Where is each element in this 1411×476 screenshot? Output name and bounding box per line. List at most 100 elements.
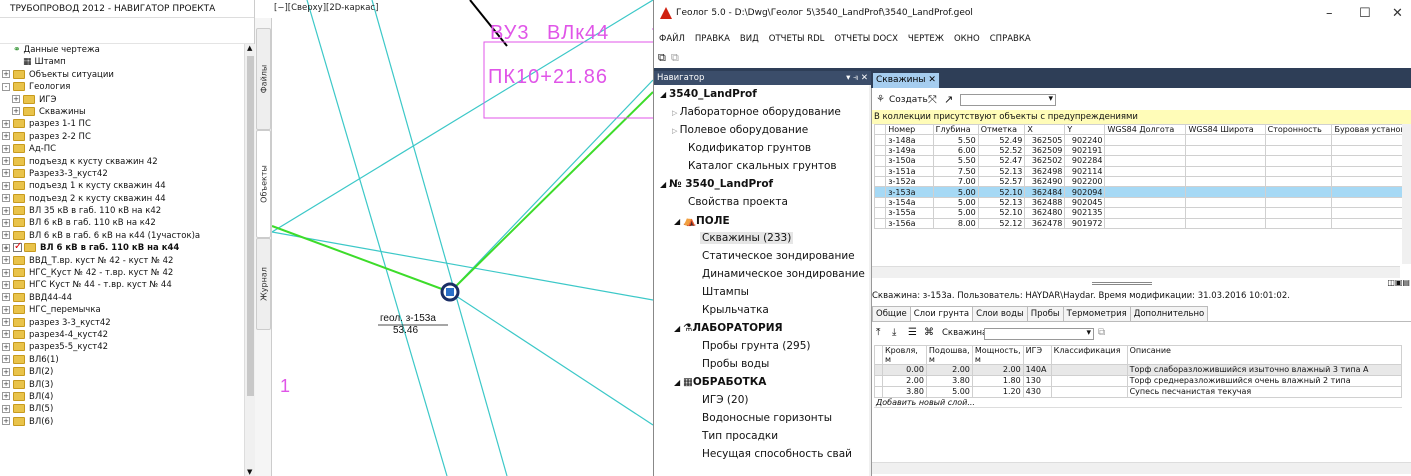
- column-header[interactable]: Отметка: [977, 124, 1026, 136]
- table-cell[interactable]: з-153а: [885, 186, 934, 198]
- table-cell[interactable]: [1104, 207, 1187, 219]
- table-cell[interactable]: 1.20: [971, 386, 1024, 398]
- tree-item[interactable]: + подъезд к кусту скважин 42: [0, 156, 244, 168]
- tree-item[interactable]: + ВЛ 6 кВ в габ. 110 кВ на к42: [0, 217, 244, 229]
- filter-dropdown[interactable]: [960, 94, 1056, 106]
- table-row[interactable]: 0.00 2.00 2.00 140А Торф слаборазложившийся …: [874, 364, 1402, 376]
- table-cell[interactable]: [1264, 144, 1333, 157]
- table-cell[interactable]: 2.00: [971, 364, 1024, 376]
- column-header[interactable]: Кровля, м: [881, 345, 927, 365]
- table-cell[interactable]: з-154а: [885, 196, 934, 209]
- table-row[interactable]: з-149а 6.00 52.52 362509 902191: [874, 144, 1402, 157]
- expand-icon[interactable]: +: [2, 305, 10, 314]
- table-cell[interactable]: [1331, 144, 1402, 157]
- close-icon[interactable]: ✕: [1392, 6, 1403, 21]
- expand-icon[interactable]: +: [2, 144, 10, 153]
- table-cell[interactable]: [1185, 186, 1266, 198]
- table-cell[interactable]: 140А: [1022, 364, 1052, 376]
- column-header[interactable]: Номер: [885, 124, 934, 136]
- expand-icon[interactable]: +: [2, 318, 10, 327]
- table-cell[interactable]: 3.80: [881, 386, 927, 398]
- expand-icon[interactable]: +: [2, 280, 10, 289]
- new-doc-icon[interactable]: ⧉: [658, 51, 666, 65]
- nav-dynamic[interactable]: Динамическое зондирование: [702, 268, 865, 280]
- table-cell[interactable]: [1264, 165, 1333, 177]
- table-cell[interactable]: [1185, 144, 1266, 157]
- table-cell[interactable]: 52.13: [977, 165, 1026, 177]
- table-cell[interactable]: 52.57: [977, 175, 1026, 188]
- copy-icon[interactable]: ⧉: [671, 51, 679, 65]
- table-cell[interactable]: [1331, 155, 1402, 167]
- maximize-icon[interactable]: ☐: [1359, 6, 1371, 21]
- nav-lab-equipment[interactable]: ▷ Лабораторное оборудование: [672, 106, 841, 118]
- table-cell[interactable]: 902200: [1064, 175, 1106, 188]
- table-cell[interactable]: [1185, 134, 1266, 146]
- tree-item[interactable]: + ВВД_Т.вр. куст № 42 - куст № 42: [0, 255, 244, 267]
- table-cell[interactable]: 362488: [1024, 196, 1066, 209]
- add-layer-icon[interactable]: ☰: [908, 327, 917, 338]
- table-cell[interactable]: [1104, 186, 1187, 198]
- table-cell[interactable]: [1104, 196, 1187, 209]
- subtab[interactable]: Слои грунта: [909, 306, 974, 321]
- menu-item[interactable]: ВИД: [735, 30, 764, 48]
- tab-objects[interactable]: Объекты: [256, 130, 271, 238]
- tab-journal[interactable]: Журнал: [256, 238, 271, 330]
- expand-icon[interactable]: +: [2, 256, 10, 265]
- sort-icon[interactable]: ↗: [944, 93, 953, 106]
- tree-item[interactable]: + ИГЭ: [0, 94, 244, 106]
- table-cell[interactable]: [1264, 155, 1333, 167]
- column-header[interactable]: [874, 124, 887, 136]
- expand-icon[interactable]: +: [2, 417, 10, 426]
- table-cell[interactable]: [1050, 386, 1128, 398]
- layers-hscroll[interactable]: [872, 462, 1411, 474]
- column-header[interactable]: [874, 345, 883, 365]
- expand-icon[interactable]: +: [2, 194, 10, 203]
- nav-rock-catalog[interactable]: Каталог скальных грунтов: [688, 160, 837, 172]
- table-cell[interactable]: [1264, 217, 1333, 229]
- column-header[interactable]: Y: [1064, 124, 1106, 136]
- table-cell[interactable]: 2.00: [925, 364, 973, 376]
- tree-item[interactable]: + Объекты ситуации: [0, 69, 244, 81]
- table-cell[interactable]: з-155а: [885, 207, 934, 219]
- menu-item[interactable]: ОТЧЕТЫ RDL: [764, 30, 830, 48]
- menu-item[interactable]: СПРАВКА: [985, 30, 1036, 48]
- table-cell[interactable]: [1050, 364, 1128, 376]
- table-cell[interactable]: 5.50: [932, 155, 979, 167]
- table-cell[interactable]: [1050, 375, 1128, 387]
- table-cell[interactable]: 902191: [1064, 144, 1106, 157]
- table-cell[interactable]: [1331, 207, 1402, 219]
- subtab[interactable]: Слои воды: [972, 306, 1028, 321]
- tree-item[interactable]: + ВЛ 6 кВ в габ. 6 кВ на к44 (1участок)а: [0, 230, 244, 242]
- table-cell[interactable]: [1264, 134, 1333, 146]
- table-cell[interactable]: [1104, 155, 1187, 167]
- expand-icon[interactable]: -: [2, 82, 10, 91]
- tree-item[interactable]: + разрез 2-2 ПС: [0, 131, 244, 143]
- table-cell[interactable]: 902094: [1064, 186, 1106, 198]
- table-cell[interactable]: Торф слаборазложившийся изыточно влажный…: [1126, 364, 1402, 376]
- expand-icon[interactable]: +: [12, 95, 20, 104]
- tree-item[interactable]: + ВЛ(5): [0, 403, 244, 415]
- table-cell[interactable]: [1264, 207, 1333, 219]
- checkbox-icon[interactable]: [13, 241, 22, 253]
- expand-icon[interactable]: +: [2, 330, 10, 339]
- expand-icon[interactable]: +: [2, 132, 10, 141]
- menu-item[interactable]: ПРАВКА: [690, 30, 735, 48]
- column-header[interactable]: Сторонность: [1264, 124, 1333, 136]
- table-cell[interactable]: 6.00: [932, 144, 979, 157]
- expand-icon[interactable]: +: [2, 342, 10, 351]
- table-cell[interactable]: 5.00: [932, 196, 979, 209]
- navigator-controls[interactable]: ▾ ⫣ ✕: [846, 71, 868, 85]
- nav-field[interactable]: ◢ ⛺ПОЛЕ: [674, 214, 730, 227]
- table-cell[interactable]: 1.80: [971, 375, 1024, 387]
- table-cell[interactable]: 902284: [1064, 155, 1106, 167]
- wells-vscroll[interactable]: [1402, 124, 1411, 264]
- table-cell[interactable]: 5.00: [932, 186, 979, 198]
- table-cell[interactable]: 902114: [1064, 165, 1106, 177]
- tree-item[interactable]: + Ад-ПС: [0, 143, 244, 155]
- table-cell[interactable]: 362478: [1024, 217, 1066, 229]
- table-row[interactable]: 3.80 5.00 1.20 430 Супесь песчанистая текуча…: [874, 386, 1402, 398]
- minimize-icon[interactable]: –: [1326, 6, 1333, 21]
- tree-item[interactable]: + ВЛ6(1): [0, 354, 244, 366]
- table-row[interactable]: з-156а 8.00 52.12 362478 901972: [874, 217, 1402, 229]
- tree-item[interactable]: + ВЛ(2): [0, 366, 244, 378]
